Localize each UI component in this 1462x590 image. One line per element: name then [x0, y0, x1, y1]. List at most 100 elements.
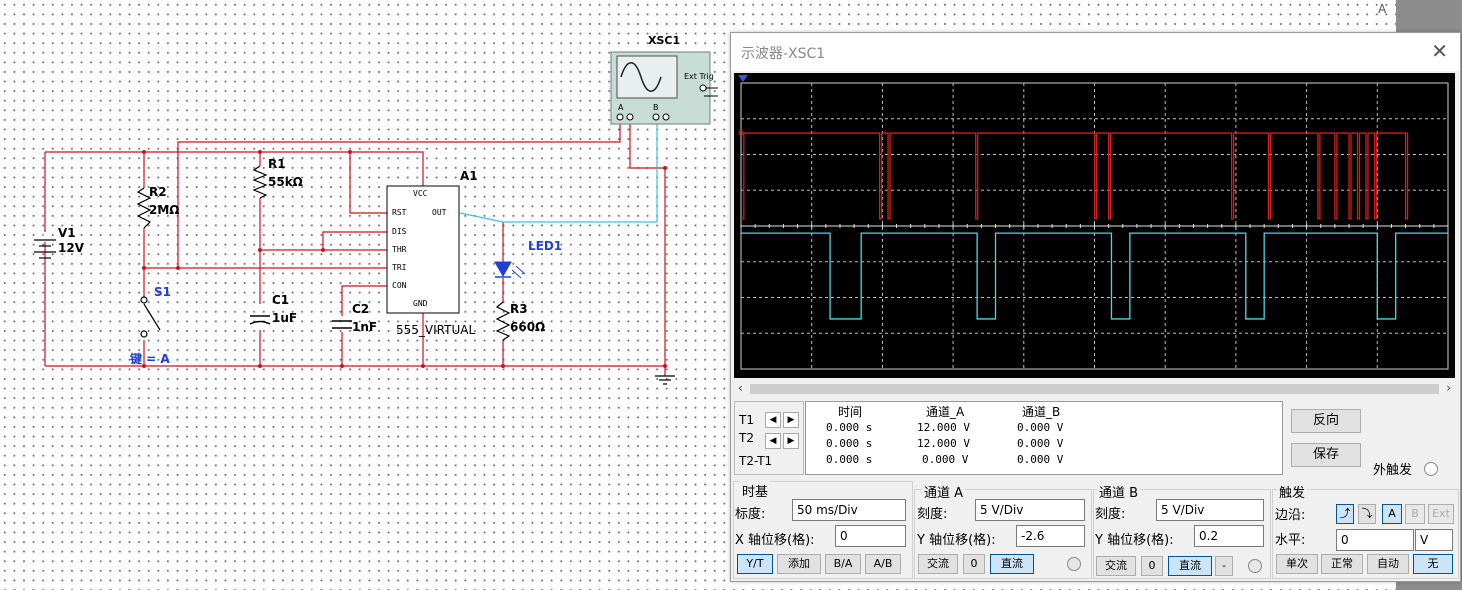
mode-ab-button[interactable]: A/B [865, 554, 901, 574]
v1-value: 12V [58, 241, 84, 255]
a1-name: A1 [460, 169, 478, 183]
close-icon[interactable]: ✕ [1431, 39, 1448, 63]
scope-channel-a-label: A [618, 103, 624, 112]
pin-dis: DIS [392, 227, 407, 236]
rising-edge-icon[interactable]: ⤴ [1336, 504, 1354, 524]
t2-left-button[interactable]: ◀ [765, 433, 781, 449]
pin-thr: THR [392, 245, 407, 254]
led1-name: LED1 [528, 239, 563, 253]
timebase-scale-label: 标度: [735, 507, 766, 522]
trigger-mode-normal-button[interactable]: 正常 [1321, 554, 1363, 574]
diff-channel-a: 0.000 V [922, 453, 969, 466]
channel-b-radio[interactable] [1248, 559, 1262, 573]
channel-b-scale-input[interactable]: 5 V/Div [1156, 499, 1264, 521]
channel-b-title: 通道 B [1097, 482, 1141, 501]
scrollbar-thumb[interactable] [750, 384, 1439, 394]
r1-name: R1 [268, 157, 286, 171]
channel-a-ypos-input[interactable]: -2.6 [1016, 525, 1085, 547]
pin-rst: RST [392, 208, 407, 217]
cursor-t1-marker [738, 75, 748, 82]
channel-b-ypos-label: Y 轴位移(格): [1095, 533, 1174, 548]
channel-b-ypos-input[interactable]: 0.2 [1194, 525, 1264, 547]
scope-display[interactable] [734, 73, 1455, 378]
r1-value: 55kΩ [268, 175, 303, 189]
column-marker: A [1378, 2, 1387, 16]
channel-a-ac-button[interactable]: 交流 [918, 554, 958, 574]
t1-channel-a: 12.000 V [917, 421, 970, 434]
c1-value: 1uF [272, 311, 298, 325]
header-time: 时间 [838, 405, 863, 419]
t1-channel-b: 0.000 V [1017, 421, 1064, 434]
measurement-table: 时间 通道_A 通道_B 0.000 s 12.000 V 0.000 V 0.… [805, 401, 1283, 475]
trigger-level-label: 水平: [1275, 533, 1306, 548]
pin-con: CON [392, 281, 407, 290]
c1-name: C1 [272, 293, 290, 307]
header-channel-a: 通道_A [926, 405, 965, 419]
channel-a-zero-button[interactable]: 0 [963, 554, 985, 574]
trigger-mode-auto-button[interactable]: 自动 [1367, 554, 1409, 574]
pin-vcc: VCC [413, 189, 428, 198]
trigger-source-ext-button[interactable]: Ext [1428, 504, 1454, 524]
timebase-title: 时基 [740, 481, 771, 500]
mode-yt-button[interactable]: Y/T [737, 554, 773, 574]
mode-add-button[interactable]: 添加 [777, 554, 821, 574]
channel-a-dc-button[interactable]: 直流 [990, 554, 1034, 574]
channel-a-radio[interactable] [1067, 557, 1081, 571]
timebase-scale-input[interactable]: 50 ms/Div [792, 499, 906, 521]
s1-name: S1 [154, 285, 171, 299]
trigger-level-input[interactable]: 0 [1336, 529, 1414, 551]
diff-channel-b: 0.000 V [1017, 453, 1064, 466]
mode-ba-button[interactable]: B/A [825, 554, 861, 574]
trigger-mode-single-button[interactable]: 单次 [1276, 554, 1318, 574]
channel-a-title: 通道 A [922, 482, 966, 501]
cursor-controls: T1 ◀ ▶ T2 ◀ ▶ T2-T1 [734, 401, 804, 475]
waveform-plot [738, 75, 1449, 370]
channel-b-trace [741, 132, 1409, 220]
x-position-input[interactable]: 0 [835, 525, 906, 547]
title-bar[interactable]: 示波器-XSC1 ✕ [731, 33, 1460, 71]
scope-channel-b-label: B [653, 103, 659, 112]
ext-trigger-radio[interactable] [1424, 462, 1438, 476]
c2-value: 1nF [352, 320, 378, 334]
channel-b-minus-button[interactable]: - [1215, 556, 1233, 576]
trigger-title: 触发 [1277, 482, 1308, 501]
t2-channel-a: 12.000 V [917, 437, 970, 450]
scroll-left-icon[interactable]: ‹ [738, 381, 743, 395]
oscilloscope-label: XSC1 [648, 34, 681, 47]
save-button[interactable]: 保存 [1291, 443, 1361, 467]
v1-name: V1 [58, 226, 76, 240]
t1-label: T1 [739, 413, 754, 427]
t2-time: 0.000 s [826, 437, 873, 450]
channel-b-ac-button[interactable]: 交流 [1096, 556, 1136, 576]
header-channel-b: 通道_B [1022, 405, 1061, 419]
t1-time: 0.000 s [826, 421, 873, 434]
pin-gnd: GND [413, 299, 428, 308]
trigger-mode-none-button[interactable]: 无 [1413, 554, 1453, 574]
trigger-source-b-button[interactable]: B [1405, 504, 1425, 524]
r3-value: 660Ω [510, 320, 546, 334]
window-title: 示波器-XSC1 [741, 46, 826, 62]
trigger-edge-label: 边沿: [1275, 508, 1306, 523]
horizontal-scrollbar[interactable]: ‹ › [734, 381, 1455, 397]
pin-tri: TRI [392, 263, 407, 272]
measurement-panel: T1 ◀ ▶ T2 ◀ ▶ T2-T1 时间 通道_A 通道_B 0.000 s… [734, 401, 1283, 475]
channel-a-scale-input[interactable]: 5 V/Div [975, 499, 1085, 521]
t1-left-button[interactable]: ◀ [765, 412, 781, 428]
t1-right-button[interactable]: ▶ [783, 412, 799, 428]
reverse-button[interactable]: 反向 [1291, 409, 1361, 433]
channel-b-zero-button[interactable]: 0 [1141, 556, 1163, 576]
switch-key-label: 键 = A [130, 352, 170, 366]
circuit-schematic [34, 51, 718, 385]
pin-out: OUT [432, 208, 447, 217]
ext-trig-label: Ext Trig [684, 72, 714, 81]
scroll-right-icon[interactable]: › [1446, 381, 1451, 395]
ext-trigger-label: 外触发 [1373, 463, 1413, 478]
oscilloscope-window: 示波器-XSC1 ✕ ‹ › T1 ◀ ▶ T2 ◀ ▶ T2-T1 时间 通道… [730, 32, 1461, 582]
trigger-source-a-button[interactable]: A [1382, 504, 1402, 524]
channel-b-dc-button[interactable]: 直流 [1168, 556, 1212, 576]
r2-name: R2 [149, 185, 167, 199]
diff-time: 0.000 s [826, 453, 873, 466]
t2-right-button[interactable]: ▶ [783, 433, 799, 449]
trigger-level-unit-select[interactable]: V [1415, 529, 1453, 551]
falling-edge-icon[interactable]: ⤵ [1358, 504, 1376, 524]
